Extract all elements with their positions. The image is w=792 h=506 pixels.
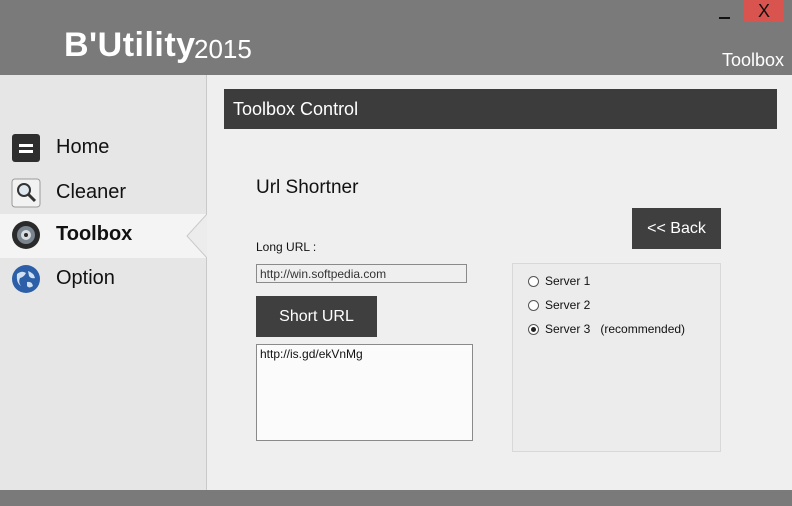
section-label: Toolbox bbox=[721, 50, 784, 70]
minimize-button[interactable] bbox=[710, 0, 738, 22]
server-options: Server 1 Server 2 Server 3 (recommended) bbox=[512, 263, 721, 452]
sidebar-item-label: Toolbox bbox=[56, 223, 133, 245]
server-label: Server 2 bbox=[545, 298, 591, 312]
app-name: B'Utility bbox=[64, 26, 196, 64]
server-label: Server 3 bbox=[545, 322, 591, 336]
tool-title: Url Shortner bbox=[256, 177, 359, 198]
panel-title: Toolbox Control bbox=[233, 99, 359, 119]
long-url-input[interactable] bbox=[256, 264, 467, 283]
title-bar: B'Utility 2015 X Toolbox bbox=[0, 0, 792, 75]
close-button[interactable]: X bbox=[744, 0, 784, 22]
sidebar-item-cleaner[interactable]: Cleaner bbox=[0, 172, 206, 216]
sidebar-item-label: Home bbox=[56, 136, 110, 158]
radio-button[interactable] bbox=[528, 276, 539, 287]
short-url-result[interactable]: http://is.gd/ekVnMg bbox=[256, 344, 473, 441]
sidebar-item-toolbox[interactable]: Toolbox bbox=[0, 214, 207, 258]
app-year: 2015 bbox=[194, 34, 252, 64]
radio-button[interactable] bbox=[528, 300, 539, 311]
sidebar-item-label: Cleaner bbox=[56, 181, 127, 203]
home-icon bbox=[12, 134, 40, 162]
sidebar-item-home[interactable]: Home bbox=[0, 127, 206, 171]
active-indicator bbox=[186, 214, 207, 258]
server-label: Server 1 bbox=[545, 274, 591, 288]
panel-header: Toolbox Control bbox=[224, 89, 777, 129]
sidebar: Home Cleaner Toolbox Option bbox=[0, 75, 207, 490]
recommended-note: (recommended) bbox=[600, 322, 686, 336]
sidebar-item-label: Option bbox=[56, 267, 115, 289]
long-url-label: Long URL : bbox=[256, 240, 317, 254]
minimize-icon bbox=[719, 17, 730, 19]
toolbox-icon bbox=[12, 221, 40, 249]
short-url-button[interactable]: Short URL bbox=[256, 296, 377, 337]
back-button[interactable]: << Back bbox=[632, 208, 721, 249]
magnifier-icon bbox=[11, 178, 41, 208]
sidebar-item-option[interactable]: Option bbox=[0, 258, 206, 302]
status-bar bbox=[0, 490, 792, 506]
globe-icon bbox=[12, 265, 40, 293]
radio-button-selected[interactable] bbox=[528, 324, 539, 335]
